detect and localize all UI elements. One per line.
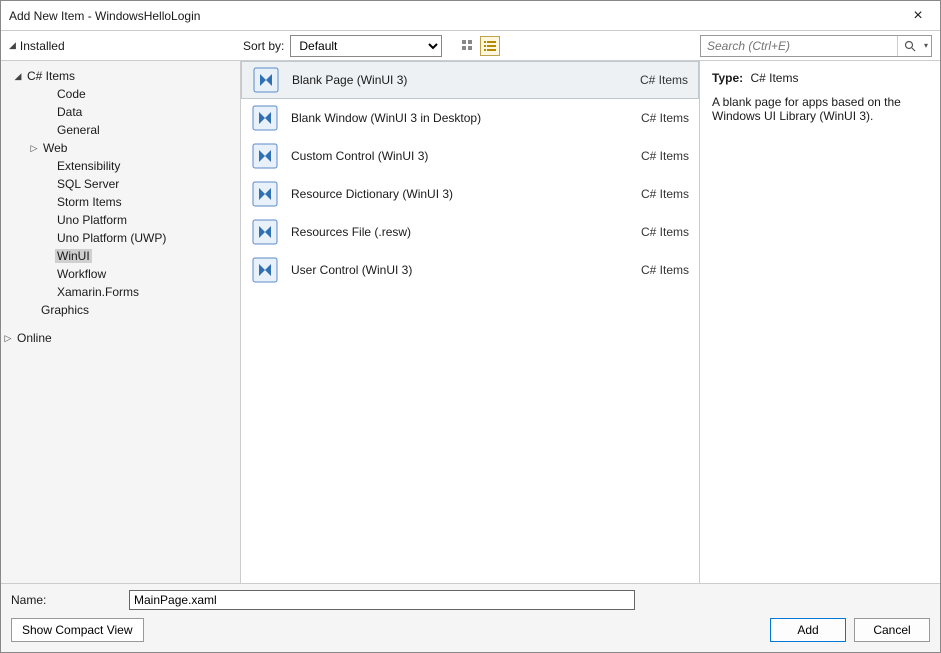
item-user-control[interactable]: User Control (WinUI 3) C# Items	[241, 251, 699, 289]
item-name: Blank Window (WinUI 3 in Desktop)	[291, 111, 629, 125]
search-dropdown-icon[interactable]: ▾	[921, 36, 931, 56]
tree-data[interactable]: Data	[1, 103, 240, 121]
name-input[interactable]	[129, 590, 635, 610]
winui-template-icon	[251, 104, 279, 132]
item-category: C# Items	[641, 111, 689, 125]
tree-sql[interactable]: SQL Server	[1, 175, 240, 193]
item-blank-window[interactable]: Blank Window (WinUI 3 in Desktop) C# Ite…	[241, 99, 699, 137]
item-custom-control[interactable]: Custom Control (WinUI 3) C# Items	[241, 137, 699, 175]
item-name: Resources File (.resw)	[291, 225, 629, 239]
item-category: C# Items	[641, 187, 689, 201]
tree-winui[interactable]: WinUI	[1, 247, 240, 265]
tree-graphics[interactable]: Graphics	[1, 301, 240, 319]
tree-online[interactable]: ▷Online	[1, 329, 240, 347]
winui-template-icon	[251, 180, 279, 208]
view-grid-icon[interactable]	[458, 36, 478, 56]
item-resources-file[interactable]: Resources File (.resw) C# Items	[241, 213, 699, 251]
tree-general[interactable]: General	[1, 121, 240, 139]
view-list-icon[interactable]	[480, 36, 500, 56]
details-pane: Type: C# Items A blank page for apps bas…	[700, 61, 940, 583]
search-box[interactable]: ▾	[700, 35, 932, 57]
tree-xamarin[interactable]: Xamarin.Forms	[1, 283, 240, 301]
winui-template-icon	[252, 66, 280, 94]
description-text: A blank page for apps based on the Windo…	[712, 95, 928, 123]
item-name: User Control (WinUI 3)	[291, 263, 629, 277]
add-button[interactable]: Add	[770, 618, 846, 642]
tree-workflow[interactable]: Workflow	[1, 265, 240, 283]
type-label: Type:	[712, 71, 743, 85]
tree-code[interactable]: Code	[1, 85, 240, 103]
close-icon[interactable]: ×	[904, 7, 932, 25]
chevron-down-icon[interactable]: ◢	[9, 40, 16, 51]
installed-header[interactable]: Installed	[20, 39, 65, 53]
category-tree: ◢C# Items Code Data General ▷Web Extensi…	[1, 61, 241, 583]
tree-extensibility[interactable]: Extensibility	[1, 157, 240, 175]
item-category: C# Items	[640, 73, 688, 87]
item-category: C# Items	[641, 149, 689, 163]
item-blank-page[interactable]: Blank Page (WinUI 3) C# Items	[241, 61, 699, 99]
tree-csharp-items[interactable]: ◢C# Items	[1, 67, 240, 85]
item-resource-dictionary[interactable]: Resource Dictionary (WinUI 3) C# Items	[241, 175, 699, 213]
tree-uno-uwp[interactable]: Uno Platform (UWP)	[1, 229, 240, 247]
name-label: Name:	[11, 593, 121, 607]
item-name: Custom Control (WinUI 3)	[291, 149, 629, 163]
tree-uno[interactable]: Uno Platform	[1, 211, 240, 229]
tree-storm[interactable]: Storm Items	[1, 193, 240, 211]
item-name: Resource Dictionary (WinUI 3)	[291, 187, 629, 201]
search-icon[interactable]	[897, 36, 921, 56]
item-category: C# Items	[641, 263, 689, 277]
cancel-button[interactable]: Cancel	[854, 618, 930, 642]
sort-label: Sort by:	[243, 39, 284, 53]
item-name: Blank Page (WinUI 3)	[292, 73, 628, 87]
sort-select[interactable]: Default	[290, 35, 442, 57]
winui-template-icon	[251, 218, 279, 246]
window-title: Add New Item - WindowsHelloLogin	[9, 9, 904, 23]
search-input[interactable]	[701, 39, 897, 53]
type-value: C# Items	[750, 71, 798, 85]
item-category: C# Items	[641, 225, 689, 239]
compact-view-button[interactable]: Show Compact View	[11, 618, 144, 642]
template-list: Blank Page (WinUI 3) C# Items Blank Wind…	[241, 61, 700, 583]
winui-template-icon	[251, 256, 279, 284]
winui-template-icon	[251, 142, 279, 170]
tree-web[interactable]: ▷Web	[1, 139, 240, 157]
